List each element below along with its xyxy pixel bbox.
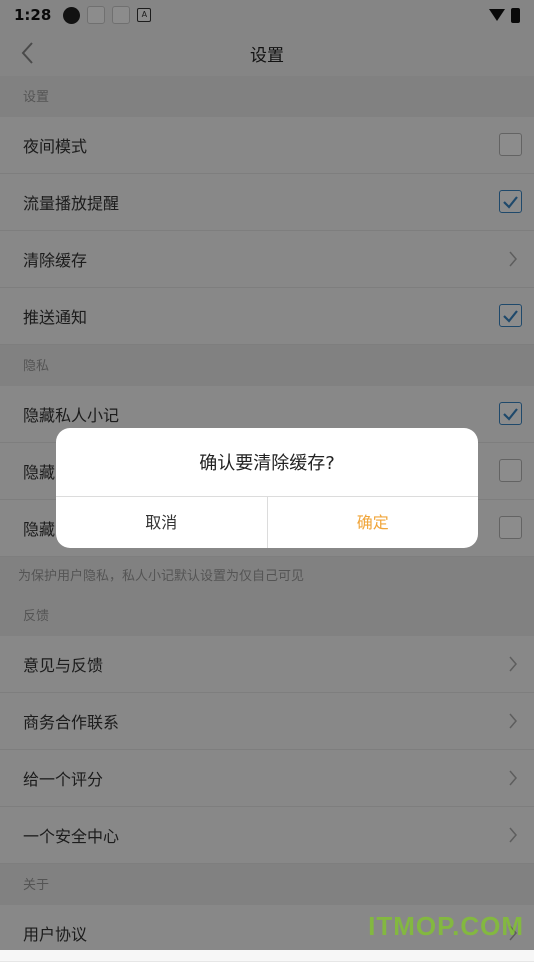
clear-cache-dialog: 确认要清除缓存? 取消 确定	[56, 428, 478, 548]
dialog-buttons: 取消 确定	[56, 497, 478, 548]
cancel-button[interactable]: 取消	[56, 497, 267, 548]
confirm-button[interactable]: 确定	[266, 497, 479, 548]
watermark: ITMOP.COM	[368, 911, 524, 941]
dialog-message: 确认要清除缓存?	[56, 428, 478, 497]
